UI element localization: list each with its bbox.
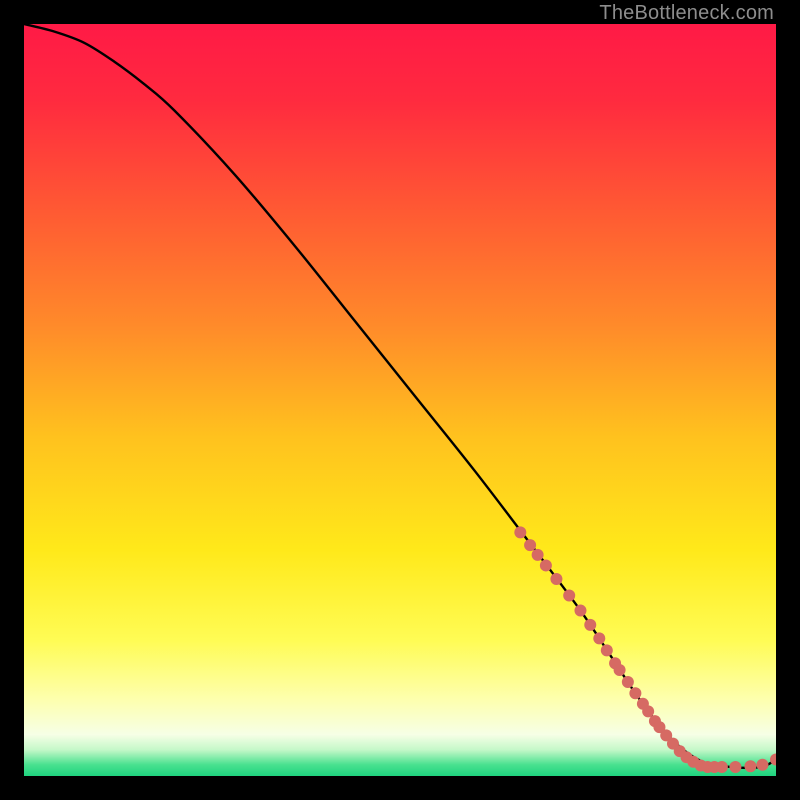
curve-marker (574, 605, 586, 617)
curve-marker (622, 676, 634, 688)
curve-marker (524, 539, 536, 551)
curve-marker (563, 590, 575, 602)
curve-marker (593, 632, 605, 644)
curve-marker (514, 526, 526, 538)
curve-marker (716, 761, 728, 773)
curve-marker (540, 559, 552, 571)
curve-marker (614, 664, 626, 676)
curve-marker (729, 761, 741, 773)
chart-background-gradient (24, 24, 776, 776)
curve-marker (629, 687, 641, 699)
chart-frame (24, 24, 776, 776)
curve-marker (532, 549, 544, 561)
curve-marker (642, 705, 654, 717)
curve-marker (744, 760, 756, 772)
curve-marker (601, 644, 613, 656)
curve-marker (550, 573, 562, 585)
curve-marker (584, 619, 596, 631)
watermark-text: TheBottleneck.com (599, 2, 774, 25)
bottleneck-chart (24, 24, 776, 776)
curve-marker (756, 759, 768, 771)
